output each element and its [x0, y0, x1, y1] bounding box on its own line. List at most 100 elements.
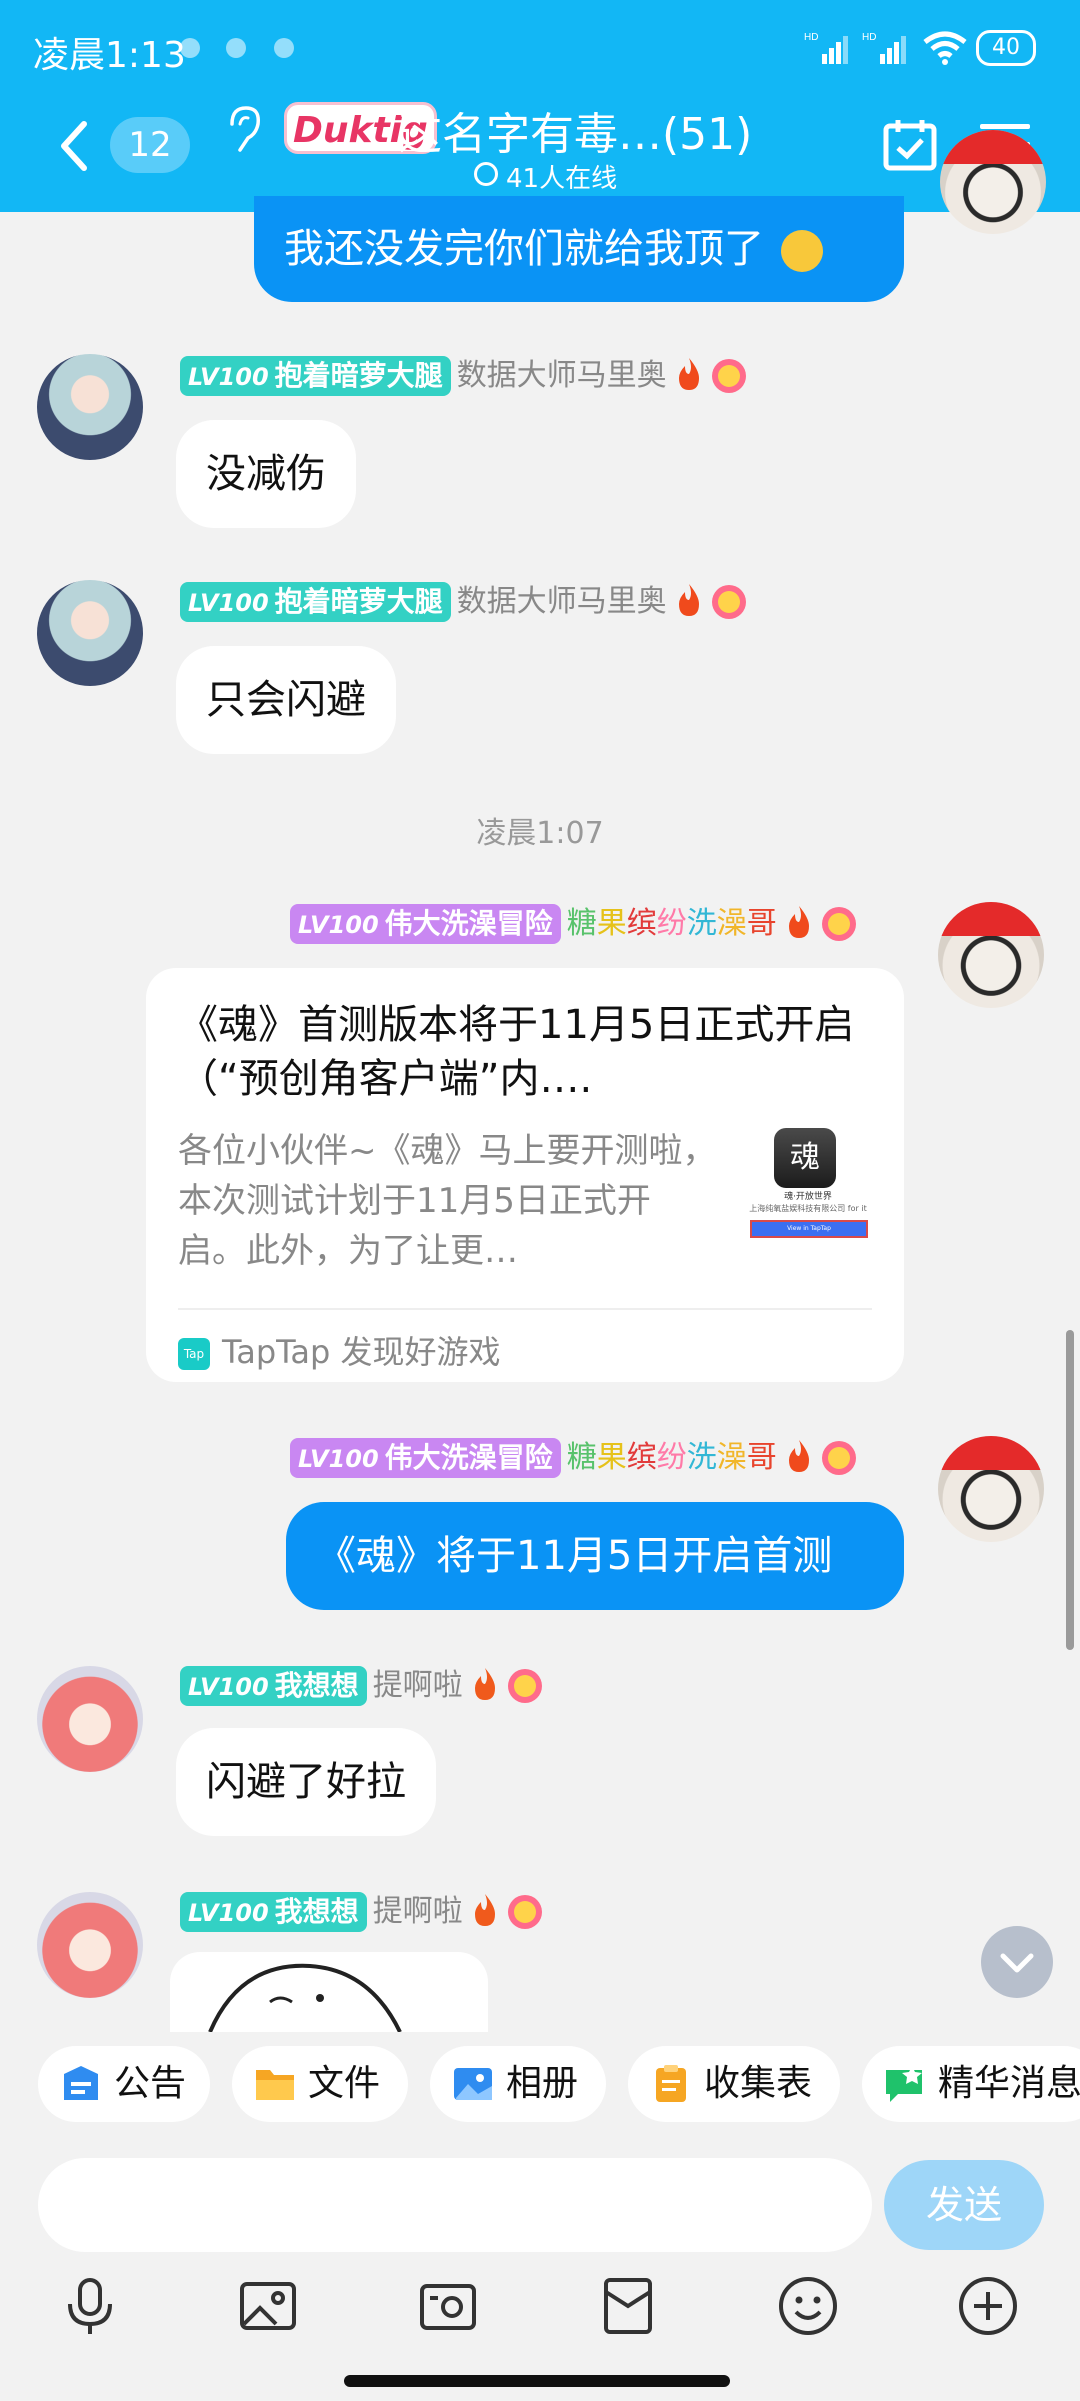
card-title: 《魂》首测版本将于11月5日正式开启（“预创角客户端”内…. — [178, 1002, 855, 1102]
sender-tag-row: LV100 伟大洗澡冒险 糖果缤纷洗澡哥 — [290, 1438, 857, 1478]
message-bubble[interactable]: 没减伤 — [176, 420, 356, 528]
camera-icon[interactable] — [416, 2274, 480, 2338]
time-divider: 凌晨1:07 — [476, 816, 604, 851]
chip-label: 文件 — [308, 2063, 381, 2104]
microphone-icon[interactable] — [58, 2274, 122, 2338]
message-bubble[interactable]: 只会闪避 — [176, 646, 396, 754]
fire-icon — [788, 906, 809, 938]
sticker-image[interactable] — [170, 1952, 488, 2032]
card-source: Tap TapTap 发现好游戏 — [178, 1324, 501, 1380]
card-source-label: TapTap 发现好游戏 — [222, 1333, 501, 1371]
avatar[interactable] — [37, 354, 143, 460]
chip-label: 公告 — [114, 2063, 187, 2104]
qq-group-chat-screen: 凌晨1:13 HD HD 40 12 Duktig 这名字有毒…(51) 41人… — [0, 0, 1080, 2401]
album-icon — [454, 2068, 492, 2100]
wifi-icon — [923, 31, 967, 65]
message-bubble[interactable]: 我还没发完你们就给我顶了 — [254, 196, 904, 302]
online-count[interactable]: 41人在线 — [506, 158, 617, 195]
home-indicator[interactable] — [344, 2375, 730, 2387]
signal-icon: HD — [862, 32, 906, 64]
plus-icon[interactable] — [956, 2274, 1020, 2338]
chip-announcement[interactable]: 公告 — [38, 2046, 210, 2122]
online-icon — [474, 162, 498, 186]
sender-tag-row: LV100 我想想 提啊啦 — [180, 1666, 543, 1706]
message-input[interactable] — [38, 2158, 872, 2252]
svg-text:HD: HD — [862, 32, 876, 43]
sender-nickname[interactable]: 数据大师马里奥 — [457, 584, 667, 619]
level-badge: LV100 伟大洗澡冒险 — [290, 904, 561, 944]
smiley-badge-icon — [711, 359, 746, 393]
scrollbar[interactable] — [1066, 1330, 1074, 1650]
level-badge: LV100 抱着暗萝大腿 — [180, 356, 451, 396]
chip-label: 精华消息 — [938, 2063, 1080, 2104]
calendar-check-icon[interactable] — [882, 118, 938, 172]
sender-tag-row: LV100 抱着暗萝大腿 数据大师马里奥 — [180, 582, 747, 622]
sender-tag-row: LV100 抱着暗萝大腿 数据大师马里奥 — [180, 356, 747, 396]
smiley-badge-icon — [711, 585, 746, 619]
folder-icon — [256, 2070, 294, 2100]
send-button[interactable]: 发送 — [884, 2160, 1044, 2250]
smiley-badge-icon — [507, 1895, 542, 1929]
smiling-emoji-icon — [780, 230, 823, 272]
fire-icon — [678, 358, 699, 390]
level-badge: LV100 伟大洗澡冒险 — [290, 1438, 561, 1478]
card-description: 各位小伙伴~《魂》马上要开测啦，本次测试计划于11月5日正式开启。此外，为了让更… — [178, 1131, 717, 1271]
unread-count-badge[interactable]: 12 — [110, 117, 190, 173]
thumb-caption: 魂·开放世界 — [784, 1192, 832, 1202]
avatar[interactable] — [37, 1892, 143, 1998]
avatar[interactable] — [37, 1666, 143, 1772]
thumb-company: 上海纯氧盐娱科技有限公司 for it — [749, 1204, 867, 1213]
announcement-icon — [64, 2066, 98, 2100]
sender-nickname[interactable]: 提啊啦 — [373, 1668, 463, 1703]
ear-icon[interactable] — [224, 104, 264, 156]
scroll-to-bottom-button[interactable] — [981, 1926, 1053, 1998]
image-icon[interactable] — [236, 2274, 300, 2338]
emoji-icon[interactable] — [776, 2274, 840, 2338]
chip-label: 收集表 — [704, 2063, 813, 2104]
sender-nickname[interactable]: 糖果缤纷洗澡哥 — [567, 906, 777, 941]
chip-album[interactable]: 相册 — [430, 2046, 606, 2122]
level-badge: LV100 抱着暗萝大腿 — [180, 582, 451, 622]
fire-icon — [788, 1440, 809, 1472]
avatar[interactable] — [938, 1436, 1044, 1542]
notification-icon — [226, 38, 246, 58]
back-arrow-icon[interactable] — [56, 118, 92, 174]
fire-icon — [474, 1894, 495, 1926]
chip-essence[interactable]: 精华消息 — [862, 2046, 1080, 2122]
level-badge: LV100 我想想 — [180, 1892, 367, 1932]
message-text: 我还没发完你们就给我顶了 — [284, 226, 764, 272]
sender-nickname[interactable]: 糖果缤纷洗澡哥 — [567, 1440, 777, 1475]
level-badge: LV100 我想想 — [180, 1666, 367, 1706]
sender-nickname[interactable]: 数据大师马里奥 — [457, 358, 667, 393]
red-packet-icon[interactable] — [596, 2274, 660, 2338]
sticker-drawing — [208, 1963, 402, 2032]
message-bubble[interactable]: 《魂》将于11月5日开启首测 — [286, 1502, 904, 1610]
smiley-badge-icon — [821, 1441, 856, 1475]
sender-tag-row: LV100 我想想 提啊啦 — [180, 1892, 543, 1932]
link-share-card[interactable]: 《魂》首测版本将于11月5日正式开启（“预创角客户端”内…. 各位小伙伴~《魂》… — [146, 968, 904, 1382]
chip-label: 相册 — [506, 2063, 579, 2104]
notification-icon — [274, 38, 294, 58]
card-divider — [178, 1308, 872, 1310]
status-time: 凌晨1:13 — [33, 35, 186, 76]
avatar[interactable] — [938, 902, 1044, 1008]
notification-icon — [180, 38, 200, 58]
fire-icon — [474, 1668, 495, 1700]
smiley-badge-icon — [821, 907, 856, 941]
chat-header: 凌晨1:13 HD HD 40 12 Duktig 这名字有毒…(51) 41人… — [0, 0, 1080, 212]
signal-icon: HD — [804, 32, 848, 64]
status-bar: 凌晨1:13 HD HD 40 — [0, 0, 1080, 96]
chip-files[interactable]: 文件 — [232, 2046, 408, 2122]
sender-nickname[interactable]: 提啊啦 — [373, 1894, 463, 1929]
chip-form[interactable]: 收集表 — [628, 2046, 840, 2122]
fire-icon — [678, 584, 699, 616]
chevron-down-icon — [1000, 1953, 1034, 1973]
group-title[interactable]: 这名字有毒…(51) — [398, 98, 752, 162]
thumb-button: View in TapTap — [750, 1220, 868, 1238]
avatar[interactable] — [37, 580, 143, 686]
message-bubble[interactable]: 闪避了好拉 — [176, 1728, 436, 1836]
battery-icon: 40 — [976, 30, 1036, 66]
smiley-badge-icon — [507, 1669, 542, 1703]
avatar[interactable] — [940, 130, 1046, 234]
game-logo: 魂 — [774, 1128, 836, 1188]
